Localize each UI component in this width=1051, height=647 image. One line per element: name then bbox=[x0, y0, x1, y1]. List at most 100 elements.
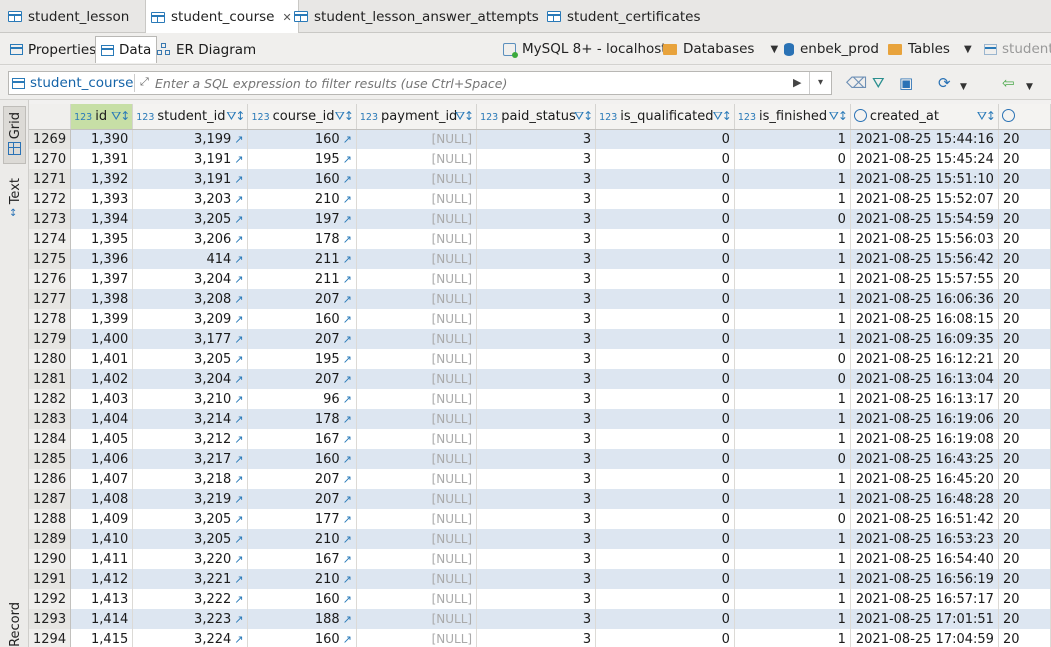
cell-id[interactable]: 1,414 bbox=[70, 609, 134, 629]
cell-student-id[interactable]: 3,205 ↗ bbox=[132, 509, 249, 529]
sort-filter-icon[interactable]: ⛛↕ bbox=[829, 109, 848, 124]
expand-icon[interactable]: ⤢ bbox=[140, 75, 149, 89]
row-number-cell[interactable]: 1291 bbox=[29, 569, 72, 589]
cell-payment-id[interactable]: [NULL] bbox=[356, 509, 478, 529]
open-link-icon[interactable]: ↗ bbox=[343, 593, 352, 606]
open-link-icon[interactable]: ↗ bbox=[234, 313, 243, 326]
tab-student-course[interactable]: student_course ✕ bbox=[145, 0, 299, 34]
cell-is-qualificated[interactable]: 0 bbox=[595, 189, 735, 209]
open-link-icon[interactable]: ↗ bbox=[343, 273, 352, 286]
open-link-icon[interactable]: ↗ bbox=[343, 473, 352, 486]
open-link-icon[interactable]: ↗ bbox=[343, 513, 352, 526]
cell-course-id[interactable]: 160 ↗ bbox=[247, 309, 357, 329]
open-link-icon[interactable]: ↗ bbox=[343, 153, 352, 166]
cell-is-finished[interactable]: 1 bbox=[734, 229, 851, 249]
table-row[interactable]: 1282 1,403 3,210 ↗ 96 ↗ [NULL] 3 0 1 2021-08-25 16… bbox=[29, 389, 1051, 409]
breadcrumb-databases[interactable]: Databases ▼ bbox=[663, 41, 778, 57]
cell-created-at[interactable]: 2021-08-25 17:04:59 bbox=[850, 629, 999, 647]
table-row[interactable]: 1287 1,408 3,219 ↗ 207 ↗ [NULL] 3 0 1 2021-08-25 1… bbox=[29, 489, 1051, 509]
cell-student-id[interactable]: 3,212 ↗ bbox=[132, 429, 249, 449]
open-link-icon[interactable]: ↗ bbox=[343, 413, 352, 426]
table-row[interactable]: 1276 1,397 3,204 ↗ 211 ↗ [NULL] 3 0 1 2021-08-25 1… bbox=[29, 269, 1051, 289]
cell-is-qualificated[interactable]: 0 bbox=[595, 329, 735, 349]
cell-next[interactable]: 20 bbox=[998, 389, 1051, 409]
open-link-icon[interactable]: ↗ bbox=[234, 133, 243, 146]
open-link-icon[interactable]: ↗ bbox=[343, 213, 352, 226]
cell-course-id[interactable]: 211 ↗ bbox=[247, 269, 357, 289]
cell-course-id[interactable]: 195 ↗ bbox=[247, 149, 357, 169]
cell-student-id[interactable]: 3,206 ↗ bbox=[132, 229, 249, 249]
cell-payment-id[interactable]: [NULL] bbox=[356, 609, 478, 629]
cell-next[interactable]: 20 bbox=[998, 409, 1051, 429]
cell-id[interactable]: 1,404 bbox=[70, 409, 134, 429]
chevron-down-icon[interactable]: ▼ bbox=[960, 78, 967, 96]
cell-paid-status[interactable]: 3 bbox=[476, 549, 597, 569]
cell-paid-status[interactable]: 3 bbox=[476, 149, 597, 169]
cell-paid-status[interactable]: 3 bbox=[476, 489, 597, 509]
grid-view-label[interactable]: Grid bbox=[8, 112, 23, 139]
row-number-cell[interactable]: 1273 bbox=[29, 209, 72, 229]
row-number-cell[interactable]: 1287 bbox=[29, 489, 72, 509]
cell-paid-status[interactable]: 3 bbox=[476, 449, 597, 469]
cell-id[interactable]: 1,405 bbox=[70, 429, 134, 449]
cell-id[interactable]: 1,399 bbox=[70, 309, 134, 329]
cell-is-qualificated[interactable]: 0 bbox=[595, 609, 735, 629]
cell-id[interactable]: 1,403 bbox=[70, 389, 134, 409]
table-row[interactable]: 1290 1,411 3,220 ↗ 167 ↗ [NULL] 3 0 1 2021-08-25 1… bbox=[29, 549, 1051, 569]
cell-payment-id[interactable]: [NULL] bbox=[356, 589, 478, 609]
cell-is-qualificated[interactable]: 0 bbox=[595, 469, 735, 489]
row-number-cell[interactable]: 1293 bbox=[29, 609, 72, 629]
cell-is-qualificated[interactable]: 0 bbox=[595, 349, 735, 369]
cell-payment-id[interactable]: [NULL] bbox=[356, 249, 478, 269]
table-row[interactable]: 1286 1,407 3,218 ↗ 207 ↗ [NULL] 3 0 1 2021-08-25 1… bbox=[29, 469, 1051, 489]
cell-is-qualificated[interactable]: 0 bbox=[595, 269, 735, 289]
open-link-icon[interactable]: ↗ bbox=[234, 493, 243, 506]
cell-student-id[interactable]: 3,177 ↗ bbox=[132, 329, 249, 349]
cell-id[interactable]: 1,398 bbox=[70, 289, 134, 309]
row-number-cell[interactable]: 1271 bbox=[29, 169, 72, 189]
cell-student-id[interactable]: 3,205 ↗ bbox=[132, 349, 249, 369]
cell-id[interactable]: 1,391 bbox=[70, 149, 134, 169]
cell-created-at[interactable]: 2021-08-25 15:45:24 bbox=[850, 149, 999, 169]
row-number-cell[interactable]: 1285 bbox=[29, 449, 72, 469]
cell-is-finished[interactable]: 0 bbox=[734, 449, 851, 469]
cell-course-id[interactable]: 207 ↗ bbox=[247, 369, 357, 389]
cell-id[interactable]: 1,397 bbox=[70, 269, 134, 289]
row-number-cell[interactable]: 1283 bbox=[29, 409, 72, 429]
cell-course-id[interactable]: 177 ↗ bbox=[247, 509, 357, 529]
cell-id[interactable]: 1,395 bbox=[70, 229, 134, 249]
cell-is-qualificated[interactable]: 0 bbox=[595, 589, 735, 609]
cell-payment-id[interactable]: [NULL] bbox=[356, 309, 478, 329]
open-link-icon[interactable]: ↗ bbox=[234, 513, 243, 526]
close-icon[interactable]: ✕ bbox=[283, 11, 292, 24]
cell-course-id[interactable]: 197 ↗ bbox=[247, 209, 357, 229]
cell-created-at[interactable]: 2021-08-25 16:45:20 bbox=[850, 469, 999, 489]
cell-paid-status[interactable]: 3 bbox=[476, 189, 597, 209]
cell-id[interactable]: 1,402 bbox=[70, 369, 134, 389]
cell-course-id[interactable]: 160 ↗ bbox=[247, 589, 357, 609]
refresh-icon[interactable]: ⟳ bbox=[938, 74, 951, 92]
cell-created-at[interactable]: 2021-08-25 16:13:04 bbox=[850, 369, 999, 389]
cell-created-at[interactable]: 2021-08-25 16:57:17 bbox=[850, 589, 999, 609]
breadcrumb-table[interactable]: student bbox=[984, 41, 1051, 57]
tab-data[interactable]: Data bbox=[95, 36, 158, 63]
open-link-icon[interactable]: ↗ bbox=[343, 533, 352, 546]
column-header-is-finished[interactable]: 123 is_finished ⛛↕ bbox=[734, 104, 851, 130]
column-header-created-at[interactable]: created_at ⛛↕ bbox=[850, 104, 999, 130]
cell-next[interactable]: 20 bbox=[998, 169, 1051, 189]
cell-payment-id[interactable]: [NULL] bbox=[356, 289, 478, 309]
table-row[interactable]: 1283 1,404 3,214 ↗ 178 ↗ [NULL] 3 0 1 2021-08-25 1… bbox=[29, 409, 1051, 429]
open-link-icon[interactable]: ↗ bbox=[343, 453, 352, 466]
cell-id[interactable]: 1,393 bbox=[70, 189, 134, 209]
cell-student-id[interactable]: 3,204 ↗ bbox=[132, 369, 249, 389]
cell-course-id[interactable]: 167 ↗ bbox=[247, 429, 357, 449]
row-number-cell[interactable]: 1289 bbox=[29, 529, 72, 549]
cell-next[interactable]: 20 bbox=[998, 449, 1051, 469]
cell-id[interactable]: 1,401 bbox=[70, 349, 134, 369]
cell-student-id[interactable]: 3,191 ↗ bbox=[132, 149, 249, 169]
cell-course-id[interactable]: 207 ↗ bbox=[247, 329, 357, 349]
cell-created-at[interactable]: 2021-08-25 16:48:28 bbox=[850, 489, 999, 509]
row-number-cell[interactable]: 1286 bbox=[29, 469, 72, 489]
open-link-icon[interactable]: ↗ bbox=[234, 413, 243, 426]
row-number-cell[interactable]: 1278 bbox=[29, 309, 72, 329]
